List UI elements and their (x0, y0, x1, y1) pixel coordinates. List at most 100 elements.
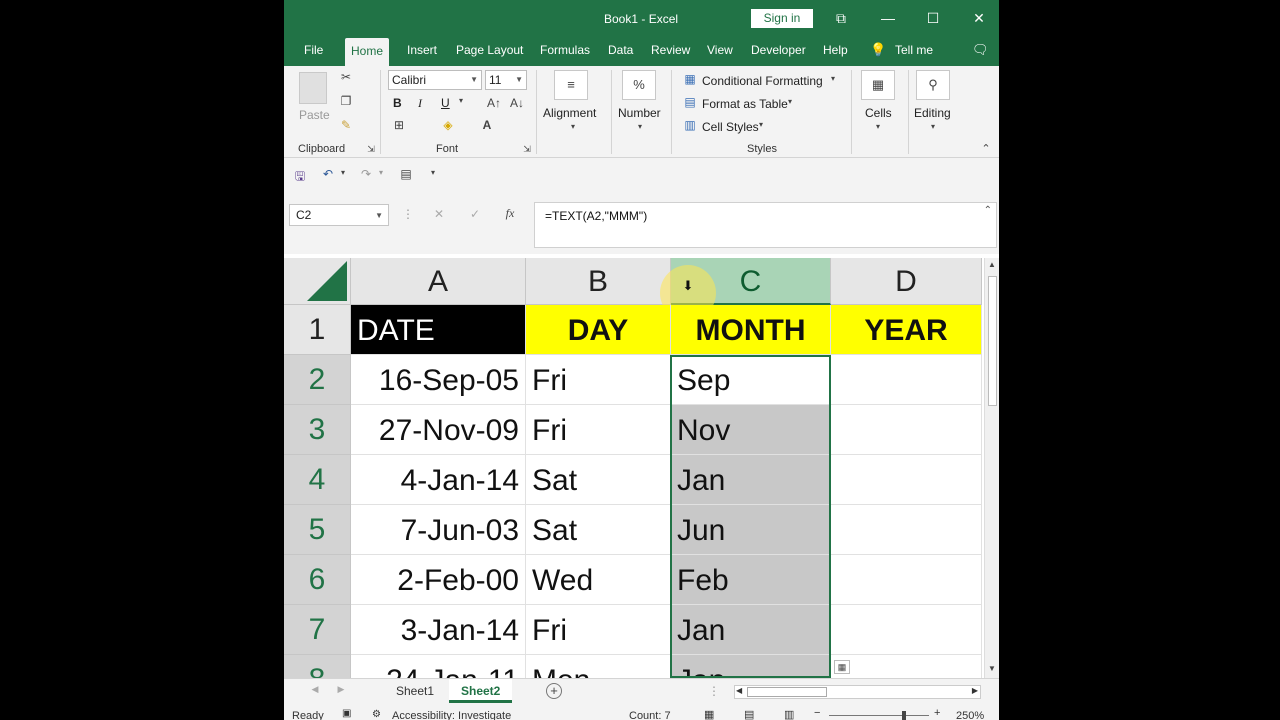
borders-icon[interactable]: ⊞ (391, 118, 407, 132)
cell-c3[interactable]: Nov (671, 405, 831, 455)
tab-page-layout[interactable]: Page Layout (456, 43, 523, 66)
tab-review[interactable]: Review (651, 43, 690, 66)
cell-styles-button[interactable]: Cell Styles (702, 120, 759, 134)
redo-icon[interactable]: ↷ (358, 167, 374, 181)
ribbon-display-icon[interactable]: ⧉ (830, 8, 852, 28)
sign-in-button[interactable]: Sign in (751, 9, 813, 28)
cell-b4[interactable]: Sat (526, 455, 671, 505)
cell-b5[interactable]: Sat (526, 505, 671, 555)
row-header[interactable]: 8 (284, 655, 351, 678)
tab-tell-me[interactable]: Tell me (895, 43, 933, 66)
page-break-view-icon[interactable]: ▥ (784, 708, 794, 720)
name-box[interactable]: C2 ▼ (289, 204, 389, 226)
cell-a4[interactable]: 4-Jan-14 (351, 455, 526, 505)
macro-record-icon[interactable]: ▣ (342, 708, 351, 719)
customize-qat-icon[interactable]: ▾ (428, 168, 438, 177)
alignment-icon[interactable]: ≡ (554, 70, 588, 100)
tab-file[interactable]: File (304, 43, 323, 66)
cut-icon[interactable]: ✂ (338, 70, 354, 84)
chevron-down-icon[interactable]: ▾ (338, 168, 348, 177)
bold-button[interactable]: B (393, 96, 402, 110)
row-header[interactable]: 2 (284, 355, 351, 405)
column-header-a[interactable]: A (351, 258, 526, 305)
cell-b2[interactable]: Fri (526, 355, 671, 405)
cell-d3[interactable] (831, 405, 982, 455)
cell-b6[interactable]: Wed (526, 555, 671, 605)
vertical-scrollbar[interactable]: ▲ ▼ (984, 258, 999, 678)
cell-d6[interactable] (831, 555, 982, 605)
alignment-button[interactable]: Alignment (543, 106, 596, 120)
worksheet-grid[interactable]: A B C D ⬇ 1 DATE DAY MONTH YEAR 2 16-Sep… (284, 258, 982, 678)
cells-icon[interactable]: ▦ (861, 70, 895, 100)
scroll-left-icon[interactable]: ◀ (736, 686, 742, 695)
column-header-d[interactable]: D (831, 258, 982, 305)
expand-formula-icon[interactable]: ⌃ (984, 205, 992, 216)
cell-b8[interactable]: Mon (526, 655, 671, 678)
number-format-icon[interactable]: % (622, 70, 656, 100)
conditional-formatting-button[interactable]: Conditional Formatting (702, 74, 823, 88)
cell-d7[interactable] (831, 605, 982, 655)
cell-d4[interactable] (831, 455, 982, 505)
cell-c5[interactable]: Jun (671, 505, 831, 555)
font-name-select[interactable]: Calibri ▼ (388, 70, 482, 90)
chevron-down-icon[interactable]: ▾ (456, 96, 466, 105)
tab-home[interactable]: Home (345, 38, 390, 66)
cell-c2[interactable]: Sep (671, 355, 831, 405)
form-icon[interactable]: ▤ (398, 167, 414, 181)
format-as-table-button[interactable]: Format as Table (702, 97, 788, 111)
font-launcher-icon[interactable]: ⇲ (522, 144, 532, 155)
cell-a5[interactable]: 7-Jun-03 (351, 505, 526, 555)
cell-a1[interactable]: DATE (351, 305, 526, 355)
cell-b1[interactable]: DAY (526, 305, 671, 355)
sheet-tab-sheet2[interactable]: Sheet2 (449, 679, 513, 703)
normal-view-icon[interactable]: ▦ (704, 708, 714, 720)
cell-a2[interactable]: 16-Sep-05 (351, 355, 526, 405)
font-size-select[interactable]: 11 ▼ (485, 70, 527, 90)
cell-c1[interactable]: MONTH (671, 305, 831, 355)
scroll-down-icon[interactable]: ▼ (987, 664, 997, 673)
comments-icon[interactable]: 🗨 (972, 43, 989, 66)
editing-button[interactable]: Editing (914, 106, 951, 120)
cell-a7[interactable]: 3-Jan-14 (351, 605, 526, 655)
clipboard-launcher-icon[interactable]: ⇲ (366, 144, 376, 155)
cell-a8[interactable]: 24-Jan-11 (351, 655, 526, 678)
scroll-right-icon[interactable]: ▶ (972, 686, 978, 695)
add-sheet-icon[interactable]: + (546, 683, 562, 699)
zoom-out-icon[interactable]: − (814, 707, 820, 719)
tab-help[interactable]: Help (823, 43, 848, 66)
zoom-slider-thumb[interactable] (902, 711, 906, 720)
cell-a6[interactable]: 2-Feb-00 (351, 555, 526, 605)
column-header-c[interactable]: C (671, 258, 831, 305)
save-icon[interactable]: 🖫 (292, 167, 308, 188)
row-header[interactable]: 5 (284, 505, 351, 555)
cell-a3[interactable]: 27-Nov-09 (351, 405, 526, 455)
zoom-in-icon[interactable]: + (934, 707, 940, 719)
maximize-icon[interactable]: ☐ (922, 8, 944, 28)
chevron-down-icon[interactable]: ▾ (376, 168, 386, 177)
tab-view[interactable]: View (707, 43, 733, 66)
decrease-font-icon[interactable]: A↓ (510, 96, 524, 110)
row-header[interactable]: 7 (284, 605, 351, 655)
minimize-icon[interactable]: — (877, 8, 899, 28)
zoom-slider[interactable] (829, 715, 929, 716)
cells-button[interactable]: Cells (865, 106, 892, 120)
cell-c4[interactable]: Jan (671, 455, 831, 505)
row-header[interactable]: 3 (284, 405, 351, 455)
increase-font-icon[interactable]: A↑ (487, 96, 501, 110)
underline-button[interactable]: U (441, 96, 450, 110)
cell-c7[interactable]: Jan (671, 605, 831, 655)
quick-analysis-icon[interactable]: ▦ (834, 660, 850, 674)
row-header[interactable]: 6 (284, 555, 351, 605)
copy-icon[interactable]: ❐ (338, 94, 354, 108)
cell-b3[interactable]: Fri (526, 405, 671, 455)
cell-c6[interactable]: Feb (671, 555, 831, 605)
format-painter-icon[interactable]: ✎ (338, 118, 354, 132)
number-button[interactable]: Number (618, 106, 661, 120)
insert-function-button[interactable]: fx (502, 206, 518, 221)
tab-developer[interactable]: Developer (751, 43, 806, 66)
column-header-b[interactable]: B (526, 258, 671, 305)
fill-color-icon[interactable]: ◈ (440, 118, 456, 132)
cell-d2[interactable] (831, 355, 982, 405)
page-layout-view-icon[interactable]: ▤ (744, 708, 754, 720)
select-all-button[interactable] (284, 258, 351, 305)
